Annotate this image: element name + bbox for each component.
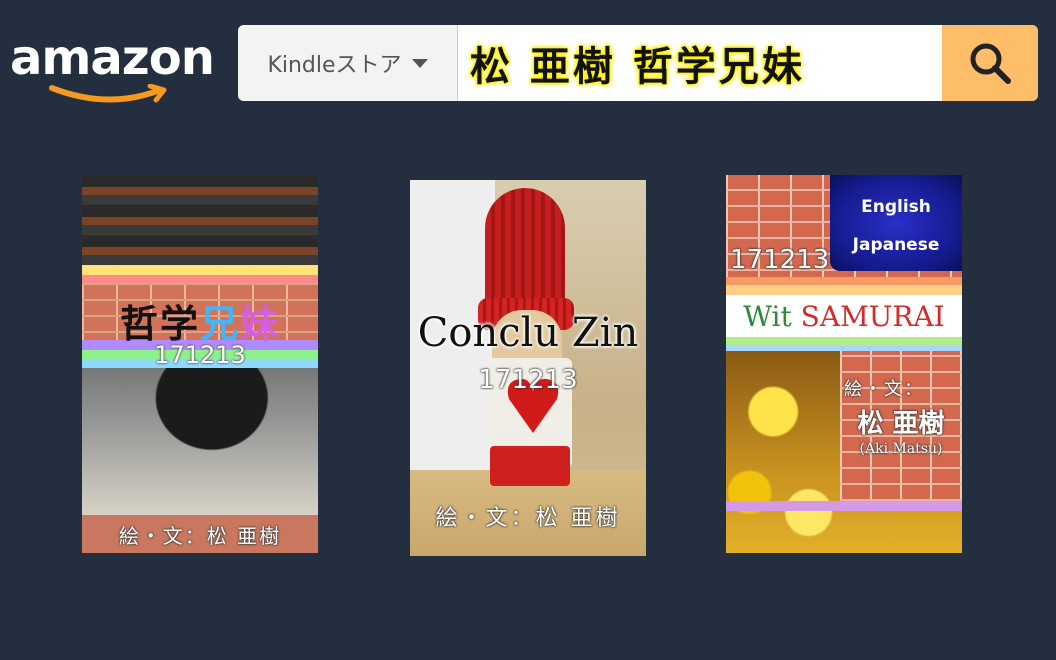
cover-stripe xyxy=(726,337,962,345)
book-cover-wit-samurai[interactable]: English Japanese 171213 Wit SAMURAI 絵・文：… xyxy=(726,175,962,553)
doll-base xyxy=(490,446,570,486)
cover-title: Conclu Zin xyxy=(417,310,639,356)
cover-date: 171213 xyxy=(478,365,578,395)
logo-smile-icon xyxy=(49,84,167,103)
logo-text: amazon xyxy=(10,30,215,86)
cover-title-part: SAMURAI xyxy=(800,300,945,333)
cover-title-part: 哲学 xyxy=(119,301,200,346)
cover-author: 絵・文：松 亜樹 xyxy=(435,506,621,531)
language-badge xyxy=(830,175,962,271)
search-query-text: 松 亜樹 哲学兄妹 xyxy=(470,44,805,90)
cover-title: 哲学兄妹 xyxy=(82,293,318,348)
cover-date: 171213 xyxy=(730,245,830,275)
cover-stripe xyxy=(82,275,318,283)
language-top: English xyxy=(861,197,931,217)
category-dropdown[interactable]: Kindleストア xyxy=(238,25,458,101)
book-cover-tetsugaku-kyoudai[interactable]: 哲学兄妹 171213 絵・文：松 亜樹 xyxy=(82,175,318,553)
cover-stripe xyxy=(726,277,962,285)
cover-title-part: 妹 xyxy=(240,301,281,346)
search-input[interactable]: 松 亜樹 哲学兄妹 xyxy=(458,25,942,101)
cover-stripe xyxy=(726,501,962,511)
book-cover-conclu-zin[interactable]: Conclu Zin 171213 絵・文：松 亜樹 xyxy=(410,180,646,556)
cover-author-roman: (Aki Matsu) xyxy=(859,441,943,457)
cover-photo-bottom xyxy=(82,368,318,518)
cover-photo-top xyxy=(82,175,318,267)
cover-author: 松 亜樹 xyxy=(857,409,945,439)
cover-stripe xyxy=(726,285,962,295)
cover-author: 絵・文：松 亜樹 xyxy=(118,524,282,548)
search-bar: Kindleストア 松 亜樹 哲学兄妹 xyxy=(238,25,1038,101)
cover-title: Wit SAMURAI xyxy=(726,300,962,333)
cover-date: 171213 xyxy=(154,341,246,369)
search-icon xyxy=(970,43,1011,84)
cover-title-part: 兄 xyxy=(199,301,240,346)
cover-title-part: Wit xyxy=(743,300,792,333)
caret-down-icon xyxy=(411,58,428,68)
amazon-logo[interactable]: amazon xyxy=(10,30,225,110)
category-label: Kindleストア xyxy=(267,53,402,78)
cover-stripe xyxy=(82,265,318,275)
search-button[interactable] xyxy=(942,25,1038,101)
language-bottom: Japanese xyxy=(852,235,940,255)
cover-author-label: 絵・文： xyxy=(844,379,924,400)
